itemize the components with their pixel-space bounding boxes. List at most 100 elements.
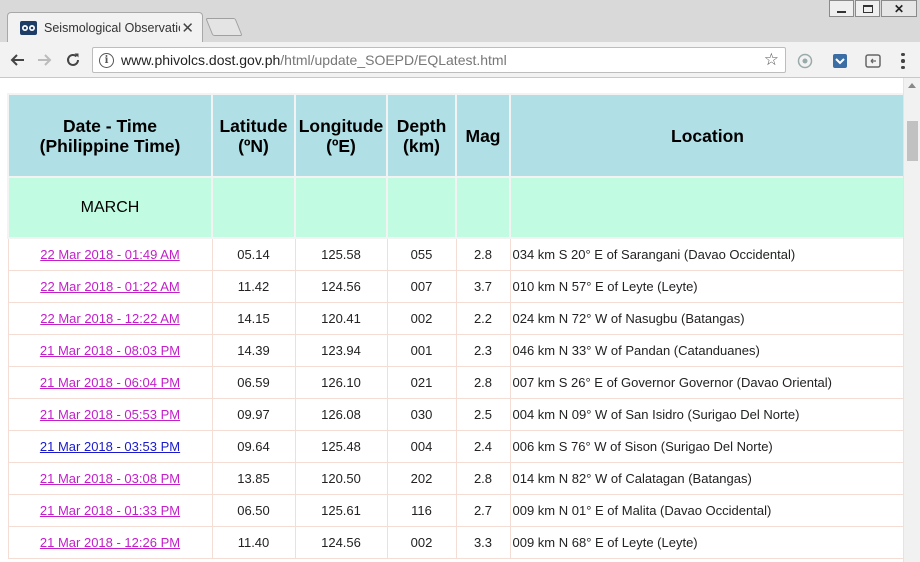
depth-cell: 030 [386,397,457,431]
magnitude-cell: 2.4 [455,429,511,463]
depth-cell: 002 [386,525,457,559]
window-close-button[interactable]: ✕ [881,0,917,17]
month-cell-empty [509,176,906,239]
magnitude-cell: 3.7 [455,269,511,303]
datetime-cell: 21 Mar 2018 - 06:04 PM [7,365,213,399]
phivolcs-logo-icon [20,21,37,35]
new-tab-button[interactable] [205,18,243,36]
longitude-cell: 124.56 [294,525,388,559]
minimize-icon [837,10,846,13]
reload-button[interactable] [63,50,83,70]
location-cell: 009 km N 68° E of Leyte (Leyte) [509,525,906,559]
latitude-cell: 14.39 [211,333,296,367]
magnitude-cell: 2.2 [455,301,511,335]
depth-cell: 007 [386,269,457,303]
latitude-cell: 09.64 [211,429,296,463]
datetime-cell: 22 Mar 2018 - 01:49 AM [7,237,213,271]
magnitude-cell: 2.8 [455,237,511,271]
address-bar[interactable]: i www.phivolcs.dost.gov.ph/html/update_S… [92,47,786,73]
tab-title: Seismological Observatio [44,21,180,35]
magnitude-cell: 2.5 [455,397,511,431]
url-domain: www.phivolcs.dost.gov.ph [121,52,281,68]
page-viewport: Date - Time (Philippine Time) Latitude (ºN… [0,78,920,562]
month-cell-empty [294,176,388,239]
table-row: 21 Mar 2018 - 05:53 PM 09.97 126.08 030 2.5 0… [7,397,906,431]
bookmark-star-icon[interactable]: ☆ [764,50,779,70]
vertical-scrollbar[interactable] [903,78,920,562]
table-row: 22 Mar 2018 - 12:22 AM 14.15 120.41 002 2.2 0… [7,301,906,335]
title-bar: Seismological Observatio ✕ ✕ [0,0,920,43]
longitude-cell: 126.10 [294,365,388,399]
earthquake-event-link[interactable]: 21 Mar 2018 - 05:53 PM [40,407,180,422]
header-datetime: Date - Time (Philippine Time) [7,93,213,178]
earthquake-event-link[interactable]: 21 Mar 2018 - 03:53 PM [40,439,180,454]
extension-button-2[interactable] [831,52,848,69]
maximize-button[interactable] [855,0,880,17]
latitude-cell: 11.40 [211,525,296,559]
back-arrow-icon [10,54,24,66]
table-row: 22 Mar 2018 - 01:49 AM 05.14 125.58 055 2.8 0… [7,237,906,271]
longitude-cell: 125.48 [294,429,388,463]
table-row: 21 Mar 2018 - 08:03 PM 14.39 123.94 001 2.3 0… [7,333,906,367]
tab-close-icon[interactable]: ✕ [181,21,194,36]
url-path: /html/update_SOEPD/EQLatest.html [280,52,507,68]
earthquake-event-link[interactable]: 22 Mar 2018 - 01:49 AM [40,247,179,262]
browser-toolbar: i www.phivolcs.dost.gov.ph/html/update_S… [0,42,920,78]
datetime-cell: 22 Mar 2018 - 12:22 AM [7,301,213,335]
depth-cell: 116 [386,493,457,527]
table-row: 21 Mar 2018 - 06:04 PM 06.59 126.10 021 2.8 0… [7,365,906,399]
header-latitude: Latitude (ºN) [211,93,296,178]
month-row: MARCH [7,176,906,239]
magnitude-cell: 2.8 [455,461,511,495]
table-row: 21 Mar 2018 - 03:08 PM 13.85 120.50 202 2.8 0… [7,461,906,495]
earthquake-event-link[interactable]: 21 Mar 2018 - 01:33 PM [40,503,180,518]
location-cell: 006 km S 76° W of Sison (Surigao Del Nor… [509,429,906,463]
extension-button-3[interactable] [864,52,881,69]
location-cell: 024 km N 72° W of Nasugbu (Batangas) [509,301,906,335]
back-button[interactable] [7,50,27,70]
latitude-cell: 13.85 [211,461,296,495]
datetime-cell: 22 Mar 2018 - 01:22 AM [7,269,213,303]
location-cell: 010 km N 57° E of Leyte (Leyte) [509,269,906,303]
minimize-button[interactable] [829,0,854,17]
earthquake-event-link[interactable]: 21 Mar 2018 - 12:26 PM [40,535,180,550]
latitude-cell: 14.15 [211,301,296,335]
latitude-cell: 05.14 [211,237,296,271]
browser-tab[interactable]: Seismological Observatio ✕ [7,12,203,43]
location-cell: 046 km N 33° W of Pandan (Catanduanes) [509,333,906,367]
scroll-thumb[interactable] [907,121,918,161]
depth-cell: 001 [386,333,457,367]
earthquake-event-link[interactable]: 21 Mar 2018 - 03:08 PM [40,471,180,486]
depth-cell: 202 [386,461,457,495]
header-magnitude: Mag [455,93,511,178]
magnitude-cell: 2.7 [455,493,511,527]
forward-button[interactable] [35,50,55,70]
earthquake-event-link[interactable]: 21 Mar 2018 - 06:04 PM [40,375,180,390]
table-row: 21 Mar 2018 - 12:26 PM 11.40 124.56 002 3.3 0… [7,525,906,559]
latitude-cell: 11.42 [211,269,296,303]
location-cell: 034 km S 20° E of Sarangani (Davao Occid… [509,237,906,271]
scroll-up-arrow-icon[interactable] [908,83,916,88]
month-cell-empty [211,176,296,239]
location-cell: 009 km N 01° E of Malita (Davao Occident… [509,493,906,527]
earthquake-event-link[interactable]: 22 Mar 2018 - 01:22 AM [40,279,179,294]
longitude-cell: 126.08 [294,397,388,431]
close-icon: ✕ [893,1,905,16]
datetime-cell: 21 Mar 2018 - 08:03 PM [7,333,213,367]
extension-button-1[interactable] [796,52,813,69]
cast-extension-icon [864,53,881,68]
forward-arrow-icon [38,54,52,66]
earthquake-event-link[interactable]: 21 Mar 2018 - 08:03 PM [40,343,180,358]
month-label: MARCH [7,176,213,239]
table-row: 22 Mar 2018 - 01:22 AM 11.42 124.56 007 3.7 0… [7,269,906,303]
month-cell-empty [386,176,457,239]
datetime-cell: 21 Mar 2018 - 12:26 PM [7,525,213,559]
earthquake-event-link[interactable]: 22 Mar 2018 - 12:22 AM [40,311,179,326]
menu-icon[interactable] [897,51,909,71]
maximize-icon [862,4,873,13]
depth-cell: 055 [386,237,457,271]
location-cell: 004 km N 09° W of San Isidro (Surigao De… [509,397,906,431]
shield-extension-icon [832,53,847,68]
info-icon[interactable]: i [99,52,114,68]
table-row: 21 Mar 2018 - 01:33 PM 06.50 125.61 116 2.7 0… [7,493,906,527]
